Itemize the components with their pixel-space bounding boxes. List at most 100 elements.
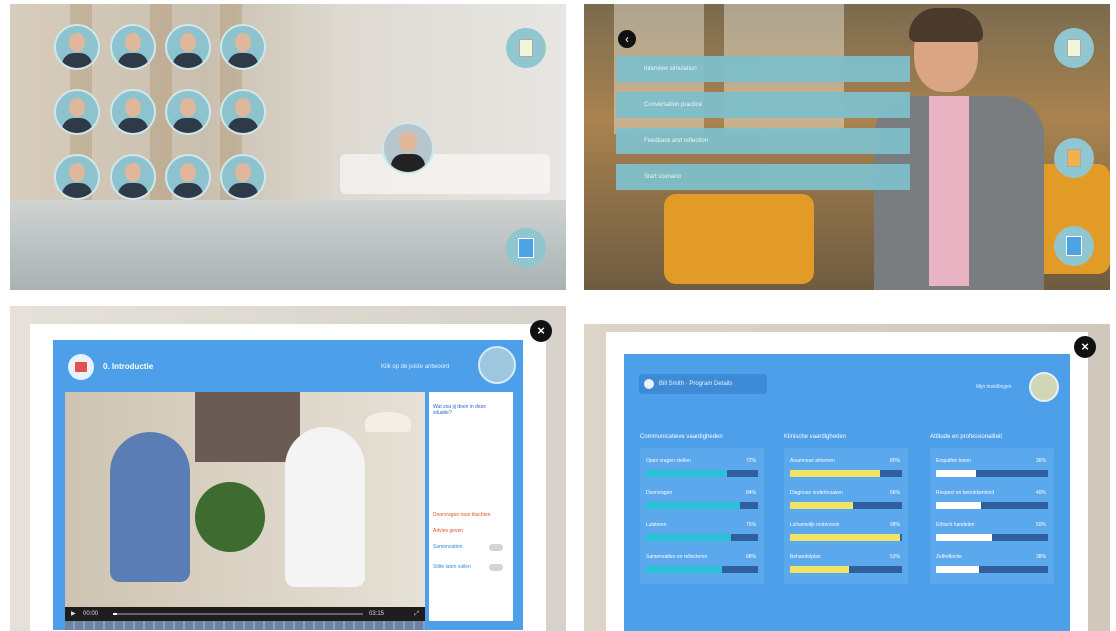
stat-percent: 53% [889, 554, 900, 560]
stat-row: Respect en betrokkenheid 40% [936, 488, 1048, 516]
chapter-strip[interactable] [65, 621, 425, 630]
stat-label: Open vragen stellen [646, 458, 691, 464]
stat-row: Empathie tonen 36% [936, 456, 1048, 484]
video-frame[interactable] [65, 392, 425, 607]
stat-label: Doorvragen [646, 490, 673, 496]
stat-label: Zelfreflectie [936, 554, 962, 560]
progress-fill [646, 470, 727, 477]
stat-row: Diagnose onderbouwen 56% [790, 488, 902, 516]
stat-percent: 84% [745, 490, 756, 496]
book-icon [1066, 236, 1082, 256]
avatar-team-member-12[interactable] [220, 154, 266, 200]
dashboard-card: Bill Smith · Program Details Mijn instel… [624, 354, 1070, 631]
book-icon [518, 238, 534, 258]
stat-row: Doorvragen 84% [646, 488, 758, 516]
avatar-selected-person[interactable] [382, 122, 434, 174]
stat-label: Anamnese afnemen [790, 458, 835, 464]
option-1[interactable]: Doorvragen naar klachten [433, 512, 493, 518]
book-button[interactable] [1054, 226, 1094, 266]
progress-track [936, 470, 1048, 477]
avatar-team-member-5[interactable] [54, 89, 100, 135]
avatar-team-member-6[interactable] [110, 89, 156, 135]
progress-track [790, 566, 902, 573]
close-button[interactable]: × [530, 320, 552, 342]
document-button[interactable] [506, 28, 546, 68]
document-button[interactable] [1054, 28, 1094, 68]
floor [10, 200, 566, 290]
stat-percent: 68% [745, 554, 756, 560]
avatar-team-member-9[interactable] [54, 154, 100, 200]
progress-fill [790, 470, 880, 477]
user-pill[interactable]: Bill Smith · Program Details [639, 374, 767, 394]
menu-item-2[interactable]: Conversation practice [616, 92, 910, 118]
option-2[interactable]: Advies geven [433, 528, 493, 534]
dashboard-panel: Bill Smith · Program Details Mijn instel… [584, 324, 1110, 631]
option-4[interactable]: Stilte laten vallen [433, 564, 493, 570]
close-button[interactable]: × [1074, 336, 1096, 358]
stat-label: Samenvatten en reflecteren [646, 554, 708, 560]
patient-figure [110, 432, 190, 582]
user-name: Bill Smith · Program Details [659, 381, 733, 387]
progress-fill [790, 534, 900, 541]
stat-percent: 56% [889, 490, 900, 496]
avatar-team-member-2[interactable] [110, 24, 156, 70]
progress-fill [936, 502, 981, 509]
progress-fill [646, 534, 731, 541]
gear-icon[interactable] [1029, 372, 1059, 402]
fullscreen-icon[interactable]: ⤢ [414, 607, 419, 621]
progress-fill [646, 566, 722, 573]
avatar-team-member-8[interactable] [220, 89, 266, 135]
current-time: 00:00 [83, 611, 99, 617]
menu-item-1[interactable]: Interview simulation [616, 56, 910, 82]
stat-percent: 50% [1035, 522, 1046, 528]
lesson-title: 0. Introductie [103, 362, 154, 371]
stat-label: Diagnose onderbouwen [790, 490, 843, 496]
document-icon [519, 39, 533, 57]
stat-label: Ethisch handelen [936, 522, 975, 528]
play-icon[interactable]: ▶ [71, 607, 76, 621]
stat-percent: 40% [1035, 490, 1046, 496]
option-3[interactable]: Samenvatten [433, 544, 493, 550]
stat-row: Open vragen stellen 72% [646, 456, 758, 484]
avatar-team-member-11[interactable] [165, 154, 211, 200]
meeting-table [340, 154, 550, 194]
back-icon[interactable]: ‹ [618, 30, 636, 48]
avatar-team-member-3[interactable] [165, 24, 211, 70]
box-button[interactable] [1054, 138, 1094, 178]
book-button[interactable] [506, 228, 546, 268]
question-text: Wat zou jij doen in deze situatie? [433, 404, 486, 416]
doctor-figure [285, 427, 365, 587]
column-box: Open vragen stellen 72% Doorvragen 84% Luist… [640, 448, 764, 584]
video-controls: ▶ 00:00 03:15 ⤢ [65, 607, 425, 621]
progress-fill [936, 566, 979, 573]
stat-row: Samenvatten en reflecteren 68% [646, 552, 758, 580]
stat-percent: 76% [745, 522, 756, 528]
tutor-avatar [478, 346, 516, 384]
stat-label: Behandelplan [790, 554, 821, 560]
avatar-team-member-10[interactable] [110, 154, 156, 200]
lesson-hint: Klik op de juiste antwoord [381, 364, 450, 370]
stat-percent: 98% [889, 522, 900, 528]
stat-row: Behandelplan 53% [790, 552, 902, 580]
menu-item-3[interactable]: Feedback and reflection [616, 128, 910, 154]
avatar-team-member-7[interactable] [165, 89, 211, 135]
progress-bar[interactable] [113, 613, 363, 615]
question-sidebar: Wat zou jij doen in deze situatie? Doorv… [429, 392, 513, 621]
column-box: Empathie tonen 36% Respect en betrokkenhei… [930, 448, 1054, 584]
menu-item-4[interactable]: Start scenario [616, 164, 910, 190]
progress-track [936, 502, 1048, 509]
progress-track [646, 470, 758, 477]
user-avatar [644, 379, 654, 389]
stat-percent: 80% [889, 458, 900, 464]
avatar-team-member-1[interactable] [54, 24, 100, 70]
progress-fill [936, 470, 976, 477]
progress-track [646, 566, 758, 573]
column-header: Communicatieve vaardigheden [640, 434, 723, 440]
stat-label: Respect en betrokkenheid [936, 490, 995, 496]
toggle-switch[interactable] [489, 544, 503, 551]
stat-row: Lichamelijk onderzoek 98% [790, 520, 902, 548]
stat-label: Luisteren [646, 522, 667, 528]
toggle-switch[interactable] [489, 564, 503, 571]
avatar-team-member-4[interactable] [220, 24, 266, 70]
progress-fill [936, 534, 992, 541]
